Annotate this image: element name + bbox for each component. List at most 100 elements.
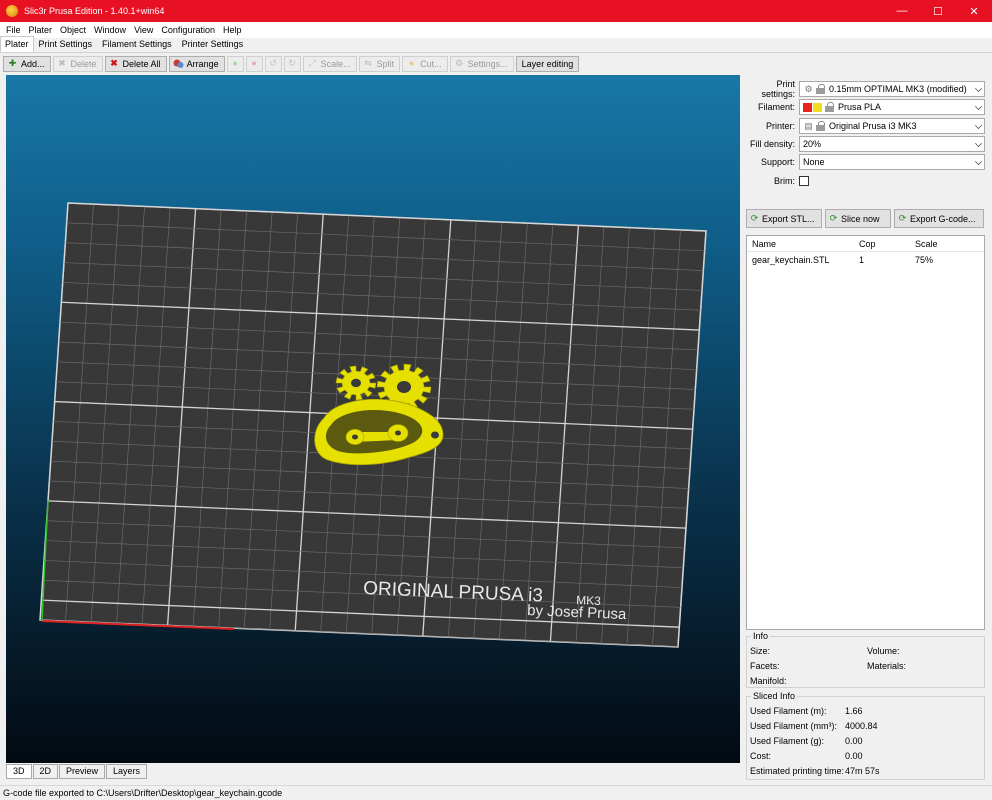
size-label: Size:: [750, 646, 771, 656]
fill-density-combo[interactable]: 20%: [799, 136, 985, 152]
printer-value: Original Prusa i3 MK3: [829, 121, 917, 131]
cut-button[interactable]: ● Cut...: [402, 55, 448, 72]
column-header-copies[interactable]: Cop: [851, 239, 897, 249]
export-stl-button[interactable]: ⟳ Export STL...: [746, 209, 822, 228]
main-tabs: Plater Print Settings Filament Settings …: [0, 36, 992, 53]
filament-row: Filament: Prusa PLA: [743, 99, 985, 115]
tab-print-settings[interactable]: Print Settings: [34, 36, 98, 52]
remove-instance-icon: ●: [251, 58, 257, 68]
remove-instance-button[interactable]: ●: [245, 55, 263, 72]
printer-combo[interactable]: ▤ Original Prusa i3 MK3: [799, 118, 985, 134]
brim-row: Brim:: [743, 173, 985, 189]
settings-button[interactable]: ⚙ Settings...: [449, 55, 514, 72]
export-gcode-label: Export G-code...: [910, 213, 976, 224]
cog-icon: ⚙: [804, 83, 813, 94]
brim-label: Brim:: [774, 176, 795, 186]
object-copies: 1: [859, 255, 865, 265]
support-row: Support: None: [743, 154, 985, 170]
chevron-down-icon: [975, 103, 982, 110]
view-tab-2d[interactable]: 2D: [32, 764, 59, 779]
tab-plater[interactable]: Plater: [0, 36, 34, 52]
tab-printer-settings[interactable]: Printer Settings: [177, 36, 249, 52]
object-list-header: Name Cop Scale: [747, 236, 984, 252]
maximize-button[interactable]: ☐: [920, 0, 956, 22]
print-settings-combo[interactable]: ⚙ 0.15mm OPTIMAL MK3 (modified): [799, 81, 985, 97]
delete-all-icon: ✖: [110, 58, 118, 68]
support-value: None: [803, 157, 825, 167]
large-inner-gear-hole: [395, 430, 401, 436]
view-tabs: 3D 2D Preview Layers: [6, 764, 148, 779]
arrange-icon: [173, 58, 184, 69]
delete-icon: ✖: [58, 58, 66, 68]
status-bar: G-code file exported to C:\Users\Drifter…: [0, 785, 992, 800]
add-label: Add...: [21, 58, 45, 69]
filament-combo[interactable]: Prusa PLA: [799, 99, 985, 115]
cut-label: Cut...: [420, 58, 442, 69]
export-stl-icon: ⟳: [750, 213, 759, 223]
add-button[interactable]: ✚ Add...: [3, 55, 51, 72]
tab-filament-settings[interactable]: Filament Settings: [97, 36, 177, 52]
split-icon: ⇋: [364, 58, 372, 68]
fill-density-row: Fill density: 20%: [743, 136, 985, 152]
action-buttons: ⟳ Export STL... ⟳ Slice now ⟳ Export G-c…: [746, 209, 984, 228]
rotate-left-button[interactable]: ↺: [264, 55, 282, 72]
lock-icon: [816, 121, 825, 131]
printer-label: Printer:: [765, 121, 795, 131]
used-filament-mm3-label: Used Filament (mm³):: [750, 721, 838, 731]
export-gcode-button[interactable]: ⟳ Export G-code...: [894, 209, 984, 228]
used-filament-mm3-value: 4000.84: [845, 721, 878, 731]
chevron-down-icon: [975, 122, 982, 129]
table-row[interactable]: gear_keychain.STL 1 75%: [747, 252, 984, 268]
close-button[interactable]: ✕: [956, 0, 992, 22]
delete-button[interactable]: ✖ Delete: [52, 55, 103, 72]
column-header-scale[interactable]: Scale: [897, 239, 967, 249]
add-instance-icon: ●: [232, 58, 238, 68]
used-filament-g-value: 0.00: [845, 736, 863, 746]
3d-viewport[interactable]: ORIGINAL PRUSA i3 MK3 by Josef Prusa: [6, 75, 740, 763]
delete-label: Delete: [70, 58, 97, 69]
object-name: gear_keychain.STL: [752, 255, 830, 265]
used-filament-m-value: 1.66: [845, 706, 863, 716]
print-settings-label: Print settings:: [761, 79, 795, 99]
slice-now-icon: ⟳: [829, 213, 838, 223]
arrange-button[interactable]: Arrange: [168, 55, 225, 72]
fill-density-label: Fill density:: [749, 139, 795, 149]
scale-icon: ⤢: [308, 58, 316, 68]
view-tab-layers[interactable]: Layers: [106, 764, 148, 779]
info-box: Info Size: Volume: Facets: Materials: Ma…: [746, 631, 985, 688]
scale-label: Scale...: [320, 58, 351, 69]
layer-editing-button[interactable]: Layer editing: [515, 55, 580, 72]
brim-checkbox[interactable]: [799, 176, 809, 186]
lock-icon: [825, 102, 834, 112]
delete-all-button[interactable]: ✖ Delete All: [104, 55, 167, 72]
object-list[interactable]: Name Cop Scale gear_keychain.STL 1 75%: [746, 235, 985, 630]
view-tab-preview[interactable]: Preview: [59, 764, 106, 779]
used-filament-m-label: Used Filament (m):: [750, 706, 827, 716]
slice-now-button[interactable]: ⟳ Slice now: [825, 209, 891, 228]
estimated-time-label: Estimated printing time:: [750, 766, 845, 776]
rotate-right-icon: ↻: [288, 58, 296, 68]
print-settings-value: 0.15mm OPTIMAL MK3 (modified): [829, 84, 967, 94]
app-icon: [6, 5, 18, 17]
filament-value: Prusa PLA: [838, 102, 882, 112]
cost-label: Cost:: [750, 751, 772, 761]
add-icon: ✚: [8, 58, 17, 68]
support-combo[interactable]: None: [799, 154, 985, 170]
rotate-right-button[interactable]: ↻: [283, 55, 301, 72]
minimize-button[interactable]: —: [884, 0, 920, 22]
filament-label: Filament:: [757, 102, 795, 112]
small-gear-hole: [351, 378, 361, 388]
column-header-name[interactable]: Name: [747, 239, 851, 249]
filament-color-swatch-yellow: [813, 102, 822, 112]
layer-editing-label: Layer editing: [521, 58, 574, 69]
slice-now-label: Slice now: [841, 213, 880, 224]
sliced-info-box: Sliced Info Used Filament (m): 1.66 Used…: [746, 691, 985, 780]
view-tab-3d[interactable]: 3D: [6, 764, 32, 779]
estimated-time-value: 47m 57s: [845, 766, 880, 776]
small-inner-gear-hole: [352, 434, 358, 440]
add-instance-button[interactable]: ●: [226, 55, 244, 72]
scale-button[interactable]: ⤢ Scale...: [302, 55, 357, 72]
support-label: Support:: [760, 157, 795, 167]
facets-label: Facets:: [750, 661, 780, 671]
split-button[interactable]: ⇋ Split: [358, 55, 401, 72]
